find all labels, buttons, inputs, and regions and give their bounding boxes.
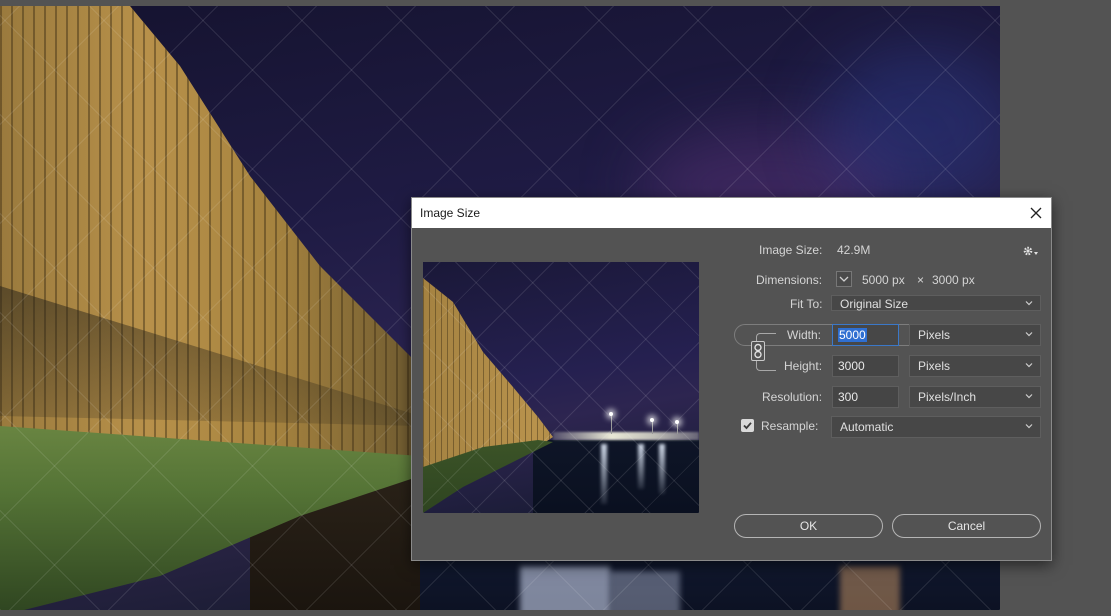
width-unit-select[interactable]: Pixels <box>909 324 1041 346</box>
height-value: 3000 <box>838 359 865 373</box>
chevron-down-icon <box>1025 424 1033 429</box>
preview-grid-overlay <box>423 262 699 513</box>
width-value: 5000 <box>838 328 867 342</box>
chevron-down-icon <box>1025 301 1033 306</box>
dimensions-height: 3000 px <box>932 273 975 287</box>
close-icon <box>1030 207 1042 219</box>
gear-icon[interactable] <box>1022 244 1040 258</box>
width-label: Width: <box>787 328 822 342</box>
chevron-down-icon <box>1025 363 1033 368</box>
resolution-unit: Pixels/Inch <box>918 390 977 404</box>
fit-to-label: Fit To: <box>790 297 823 311</box>
chevron-down-icon <box>1025 332 1033 337</box>
fit-to-select[interactable]: Original Size <box>831 295 1041 311</box>
constrain-proportions-toggle[interactable] <box>751 341 765 361</box>
height-unit: Pixels <box>918 359 951 373</box>
dimensions-separator: × <box>917 273 925 287</box>
resample-label: Resample: <box>761 419 819 433</box>
image-size-dialog: Image Size Image Size: 42.9M Dimensions: <box>411 197 1052 561</box>
image-size-value: 42.9M <box>837 243 871 257</box>
resample-value: Automatic <box>840 420 894 434</box>
fit-to-value: Original Size <box>840 297 909 311</box>
dimensions-label: Dimensions: <box>756 273 823 287</box>
chevron-down-icon <box>1025 394 1033 399</box>
dimensions-width: 5000 px <box>862 273 905 287</box>
width-input[interactable]: 5000 <box>832 324 899 346</box>
resolution-unit-select[interactable]: Pixels/Inch <box>909 386 1041 408</box>
height-unit-select[interactable]: Pixels <box>909 355 1041 377</box>
dimensions-menu-button[interactable] <box>836 271 852 287</box>
chevron-down-icon <box>839 276 849 282</box>
resample-select[interactable]: Automatic <box>831 416 1041 438</box>
dialog-titlebar[interactable]: Image Size <box>412 198 1051 228</box>
ok-button[interactable]: OK <box>734 514 883 538</box>
image-size-label: Image Size: <box>759 243 823 257</box>
link-icon <box>754 343 762 359</box>
resolution-input[interactable]: 300 <box>832 386 899 408</box>
height-label: Height: <box>784 359 823 373</box>
cancel-label: Cancel <box>947 519 986 533</box>
close-button[interactable] <box>1021 198 1051 228</box>
width-unit: Pixels <box>918 328 951 342</box>
resolution-label: Resolution: <box>762 390 823 404</box>
workspace-bottom <box>0 610 1111 616</box>
height-input[interactable]: 3000 <box>832 355 899 377</box>
image-preview[interactable] <box>423 262 699 513</box>
resample-checkbox[interactable] <box>741 419 754 432</box>
resolution-value: 300 <box>838 390 859 404</box>
cancel-button[interactable]: Cancel <box>892 514 1041 538</box>
ok-label: OK <box>799 519 818 533</box>
dialog-title: Image Size <box>420 206 481 220</box>
checkmark-icon <box>743 422 752 430</box>
